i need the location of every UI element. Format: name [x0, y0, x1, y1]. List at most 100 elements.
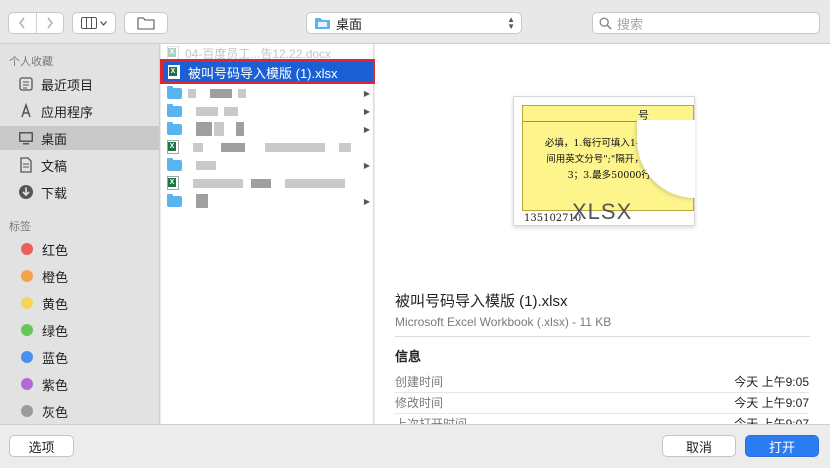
list-item[interactable]: ▶ [161, 102, 373, 120]
disclosure-icon: ▶ [363, 88, 370, 98]
search-placeholder: 搜索 [617, 16, 644, 32]
folder-icon [167, 157, 182, 171]
location-label: 桌面 [336, 16, 363, 32]
sidebar-tag-orange[interactable]: 橙色 [0, 264, 159, 288]
chevron-right-icon [47, 17, 53, 29]
redacted-name [221, 142, 245, 152]
applications-icon [17, 102, 35, 120]
info-key: 上次打开时间 [395, 417, 468, 424]
sidebar-item-applications[interactable]: 应用程序 [0, 99, 159, 123]
list-item[interactable]: ▶ [161, 192, 373, 210]
new-folder-icon [137, 17, 155, 30]
redacted-name [188, 88, 196, 98]
tags-section-title: 标签 [9, 221, 31, 233]
sidebar-tag-blue[interactable]: 蓝色 [0, 345, 159, 369]
favorites-section-title: 个人收藏 [9, 56, 53, 68]
info-key: 创建时间 [395, 375, 444, 389]
redacted-name [265, 142, 325, 152]
disclosure-icon: ▶ [363, 124, 370, 134]
purple-tag-icon [21, 378, 33, 390]
blue-tag-icon [21, 351, 33, 363]
folder-icon [167, 103, 182, 117]
navigation-buttons [8, 12, 64, 34]
downloads-icon [17, 183, 35, 201]
file-thumbnail: 号 必填，1.每行可填入1-5个号码； 间用英文分号";"隔开，示例：号 3；3… [513, 96, 695, 226]
spreadsheet-preview: 号 必填，1.每行可填入1-5个号码； 间用英文分号";"隔开，示例：号 3；3… [522, 105, 695, 211]
redacted-name [196, 122, 212, 136]
list-item[interactable]: ▶ [161, 84, 373, 102]
sidebar-item-documents[interactable]: 文稿 [0, 153, 159, 177]
disclosure-icon: ▶ [363, 196, 370, 206]
folder-icon [167, 85, 182, 99]
sidebar-item-label: 绿色 [42, 323, 69, 339]
redacted-name [196, 106, 218, 116]
preview-file-name: 被叫号码导入模版 (1).xlsx [395, 293, 568, 310]
sidebar-item-downloads[interactable]: 下载 [0, 180, 159, 204]
new-folder-button[interactable] [124, 12, 168, 34]
info-title: 信息 [395, 349, 422, 364]
disclosure-icon: ▶ [363, 106, 370, 116]
desktop-folder-icon [315, 18, 330, 29]
search-icon [599, 16, 612, 30]
sidebar-item-label: 应用程序 [41, 104, 94, 120]
sidebar: 个人收藏 最近项目 应用程序 桌面 文稿 下载 标签 红色 橙色 黄色 绿色 蓝… [0, 44, 160, 424]
redacted-name [193, 178, 243, 188]
gray-tag-icon [21, 405, 33, 417]
sidebar-item-label: 灰色 [42, 404, 69, 420]
sidebar-tag-purple[interactable]: 紫色 [0, 372, 159, 396]
view-mode-button[interactable] [72, 12, 116, 34]
footer-bar: 选项 取消 打开 [0, 424, 830, 468]
location-popup[interactable]: 桌面 ▲ ▼ [306, 12, 522, 34]
redacted-name [196, 194, 208, 208]
highlight-annotation [160, 59, 376, 84]
disclosure-icon: ▶ [363, 160, 370, 170]
desktop-icon [17, 129, 35, 147]
toolbar: 桌面 ▲ ▼ 搜索 [0, 0, 830, 44]
columns-view-icon [81, 17, 97, 29]
red-tag-icon [21, 243, 33, 255]
redacted-name [193, 142, 203, 152]
forward-button[interactable] [35, 13, 64, 33]
sidebar-item-label: 桌面 [41, 131, 68, 147]
options-button[interactable]: 选项 [9, 435, 74, 457]
popup-arrows-icon: ▲ ▼ [507, 15, 515, 31]
excel-file-icon [167, 140, 179, 154]
sidebar-tag-gray[interactable]: 灰色 [0, 399, 159, 423]
sidebar-tag-yellow[interactable]: 黄色 [0, 291, 159, 315]
green-tag-icon [21, 324, 33, 336]
redacted-name [251, 178, 271, 188]
sidebar-item-label: 下载 [41, 185, 68, 201]
chevron-down-icon [100, 20, 107, 26]
list-item[interactable] [161, 174, 373, 192]
sidebar-tag-green[interactable]: 绿色 [0, 318, 159, 342]
redacted-name [224, 106, 238, 116]
info-value: 今天 上午9:07 [734, 396, 809, 410]
sidebar-item-label: 蓝色 [42, 350, 69, 366]
open-button[interactable]: 打开 [745, 435, 819, 457]
info-key: 修改时间 [395, 396, 444, 410]
redacted-name [339, 142, 351, 152]
sidebar-item-desktop[interactable]: 桌面 [0, 126, 159, 150]
cancel-button[interactable]: 取消 [662, 435, 736, 457]
sidebar-tag-red[interactable]: 红色 [0, 237, 159, 261]
list-item[interactable]: ▶ [161, 156, 373, 174]
info-row-modified: 修改时间 今天 上午9:07 [395, 394, 809, 414]
list-item[interactable]: ▶ [161, 120, 373, 138]
redacted-name [210, 88, 232, 98]
file-extension-label: XLSX [572, 199, 633, 224]
sidebar-item-label: 最近项目 [41, 77, 94, 93]
info-row-created: 创建时间 今天 上午9:05 [395, 373, 809, 393]
sidebar-item-label: 黄色 [42, 296, 69, 312]
info-value: 今天 上午9:05 [734, 375, 809, 389]
list-item[interactable] [161, 138, 373, 156]
sidebar-item-recents[interactable]: 最近项目 [0, 72, 159, 96]
page-curl-icon [637, 120, 695, 198]
preview-pane: 号 必填，1.每行可填入1-5个号码； 间用英文分号";"隔开，示例：号 3；3… [375, 44, 830, 424]
search-field[interactable]: 搜索 [592, 12, 820, 34]
chevron-left-icon [19, 17, 25, 29]
back-button[interactable] [9, 13, 36, 33]
redacted-name [238, 88, 246, 98]
recents-icon [17, 75, 35, 93]
yellow-tag-icon [21, 297, 33, 309]
redacted-name [214, 122, 224, 136]
